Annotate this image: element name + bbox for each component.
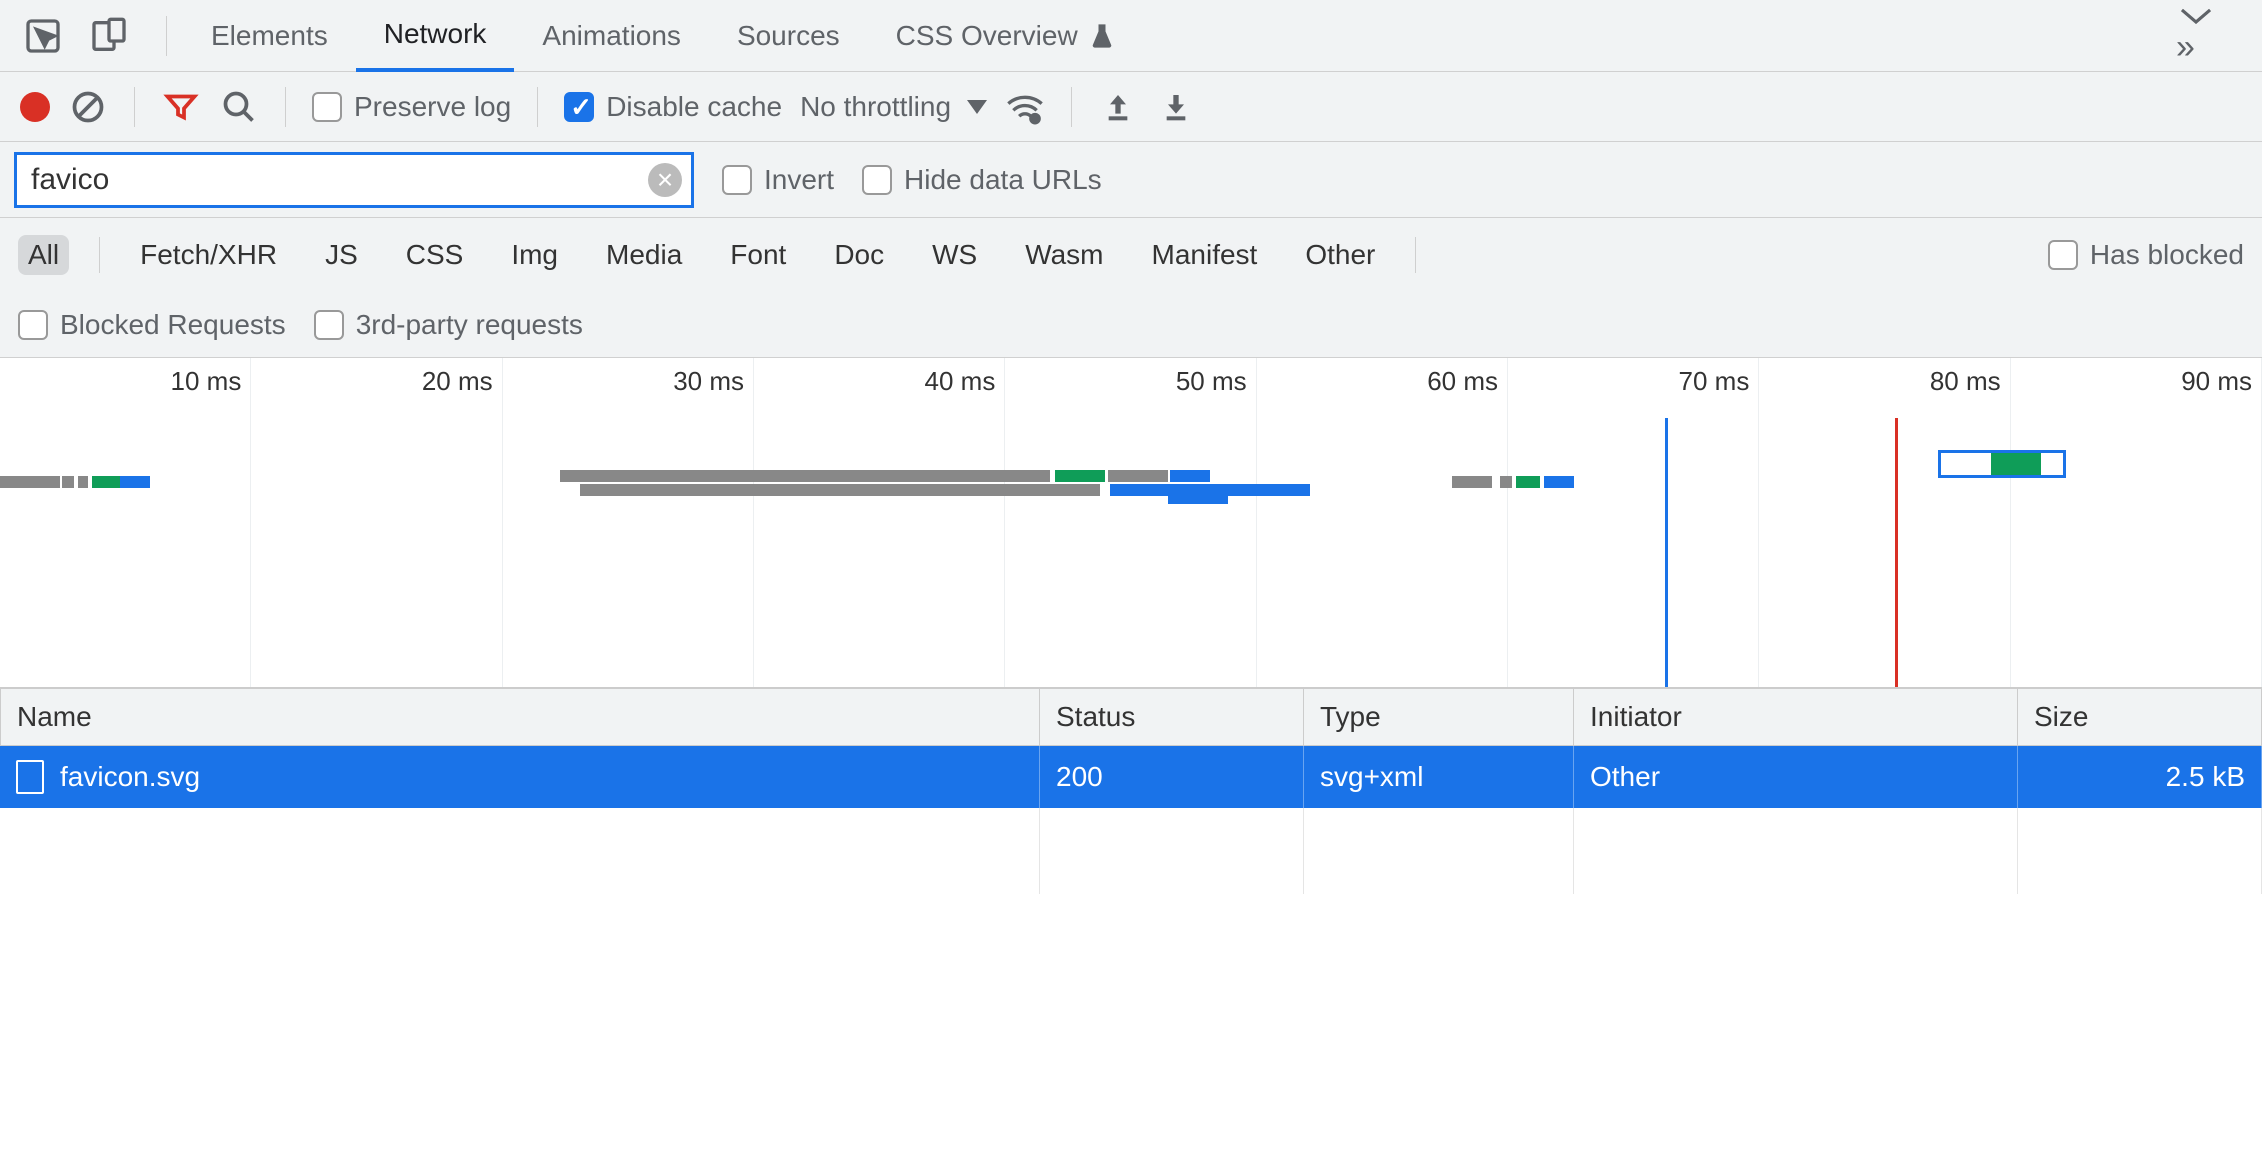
preserve-log-input[interactable] [312, 92, 342, 122]
table-row-name[interactable]: favicon.svg [0, 746, 1040, 808]
timeline-tick: 90 ms [2152, 366, 2252, 397]
tab-elements[interactable]: Elements [183, 0, 356, 72]
timeline-tick: 20 ms [393, 366, 493, 397]
tab-css-overview[interactable]: CSS Overview [868, 0, 1144, 72]
clear-icon[interactable] [68, 87, 108, 127]
hide-data-urls-label: Hide data URLs [904, 164, 1102, 196]
preserve-log-checkbox[interactable]: Preserve log [312, 91, 511, 123]
tab-label: CSS Overview [896, 20, 1078, 52]
dom-content-loaded-marker [1665, 418, 1668, 687]
timeline-selection[interactable] [1938, 450, 2066, 478]
export-har-icon[interactable] [1098, 87, 1138, 127]
type-filter-img[interactable]: Img [501, 235, 568, 275]
invert-input[interactable] [722, 165, 752, 195]
separator [285, 87, 286, 127]
header-initiator[interactable]: Initiator [1574, 688, 2018, 746]
disable-cache-checkbox[interactable]: Disable cache [564, 91, 782, 123]
network-toolbar: Preserve log Disable cache No throttling [0, 72, 2262, 142]
cell-type: svg+xml [1320, 761, 1423, 793]
has-blocked-label: Has blocked [2090, 239, 2244, 271]
load-marker [1895, 418, 1898, 687]
timeline-tick: 30 ms [644, 366, 744, 397]
record-button[interactable] [20, 92, 50, 122]
tab-network[interactable]: Network [356, 0, 515, 72]
third-party-checkbox[interactable]: 3rd-party requests [314, 309, 583, 341]
file-icon [16, 760, 44, 794]
timeline-tick: 50 ms [1147, 366, 1247, 397]
throttling-label: No throttling [800, 91, 951, 123]
header-size[interactable]: Size [2018, 688, 2262, 746]
type-filter-all[interactable]: All [18, 235, 69, 275]
separator [1415, 237, 1416, 273]
cell-status: 200 [1056, 761, 1103, 793]
filter-input[interactable] [14, 152, 694, 208]
separator [134, 87, 135, 127]
network-conditions-icon[interactable] [1005, 87, 1045, 127]
has-blocked-input[interactable] [2048, 240, 2078, 270]
table-row-initiator[interactable]: Other [1574, 746, 2018, 808]
header-name[interactable]: Name [0, 688, 1040, 746]
tab-sources[interactable]: Sources [709, 0, 868, 72]
type-filter-css[interactable]: CSS [396, 235, 474, 275]
invert-checkbox[interactable]: Invert [722, 164, 834, 196]
hide-data-urls-input[interactable] [862, 165, 892, 195]
inspect-element-icon[interactable] [18, 11, 68, 61]
throttling-select[interactable]: No throttling [800, 91, 987, 123]
type-filter-font[interactable]: Font [720, 235, 796, 275]
type-filter-media[interactable]: Media [596, 235, 692, 275]
filter-icon[interactable] [161, 87, 201, 127]
type-filter-fetch-xhr[interactable]: Fetch/XHR [130, 235, 287, 275]
type-filter-wasm[interactable]: Wasm [1015, 235, 1113, 275]
type-filter-row-2: Blocked Requests 3rd-party requests [0, 292, 2262, 358]
separator [166, 16, 167, 56]
chevron-down-icon [967, 100, 987, 114]
device-toggle-icon[interactable] [84, 11, 134, 61]
separator [537, 87, 538, 127]
type-filter-other[interactable]: Other [1295, 235, 1385, 275]
flask-icon [1088, 22, 1116, 50]
timeline-tick: 40 ms [895, 366, 995, 397]
separator [99, 237, 100, 273]
type-filter-js[interactable]: JS [315, 235, 368, 275]
type-filter-manifest[interactable]: Manifest [1142, 235, 1268, 275]
separator [1071, 87, 1072, 127]
type-filter-row: All Fetch/XHR JS CSS Img Media Font Doc … [0, 218, 2262, 292]
devtools-tabbar: Elements Network Animations Sources CSS … [0, 0, 2262, 72]
invert-label: Invert [764, 164, 834, 196]
table-row-size[interactable]: 2.5 kB [2018, 746, 2262, 808]
cell-name: favicon.svg [60, 761, 200, 793]
blocked-requests-checkbox[interactable]: Blocked Requests [18, 309, 286, 341]
network-table: Name Status Type Initiator Size favicon.… [0, 688, 2262, 894]
timeline-tick: 80 ms [1901, 366, 2001, 397]
filter-row: × Invert Hide data URLs [0, 142, 2262, 218]
more-tabs-icon[interactable]: » [2148, 4, 2244, 67]
search-icon[interactable] [219, 87, 259, 127]
header-type[interactable]: Type [1304, 688, 1574, 746]
third-party-label: 3rd-party requests [356, 309, 583, 341]
timeline-tick: 10 ms [141, 366, 241, 397]
table-row-status[interactable]: 200 [1040, 746, 1304, 808]
has-blocked-checkbox[interactable]: Has blocked [2048, 239, 2244, 271]
disable-cache-label: Disable cache [606, 91, 782, 123]
tab-animations[interactable]: Animations [514, 0, 709, 72]
clear-input-icon[interactable]: × [648, 163, 682, 197]
import-har-icon[interactable] [1156, 87, 1196, 127]
preserve-log-label: Preserve log [354, 91, 511, 123]
third-party-input[interactable] [314, 310, 344, 340]
blocked-requests-label: Blocked Requests [60, 309, 286, 341]
type-filter-ws[interactable]: WS [922, 235, 987, 275]
hide-data-urls-checkbox[interactable]: Hide data URLs [862, 164, 1102, 196]
timeline-tick: 60 ms [1398, 366, 1498, 397]
header-status[interactable]: Status [1040, 688, 1304, 746]
cell-initiator: Other [1590, 761, 1660, 793]
table-row-type[interactable]: svg+xml [1304, 746, 1574, 808]
filter-input-wrap: × [14, 152, 694, 208]
blocked-requests-input[interactable] [18, 310, 48, 340]
disable-cache-input[interactable] [564, 92, 594, 122]
type-filter-doc[interactable]: Doc [824, 235, 894, 275]
timeline-tick: 70 ms [1649, 366, 1749, 397]
timeline-overview[interactable]: 10 ms 20 ms 30 ms 40 ms 50 ms 60 ms 70 ms 80 ms… [0, 358, 2262, 688]
cell-size: 2.5 kB [2166, 761, 2245, 793]
